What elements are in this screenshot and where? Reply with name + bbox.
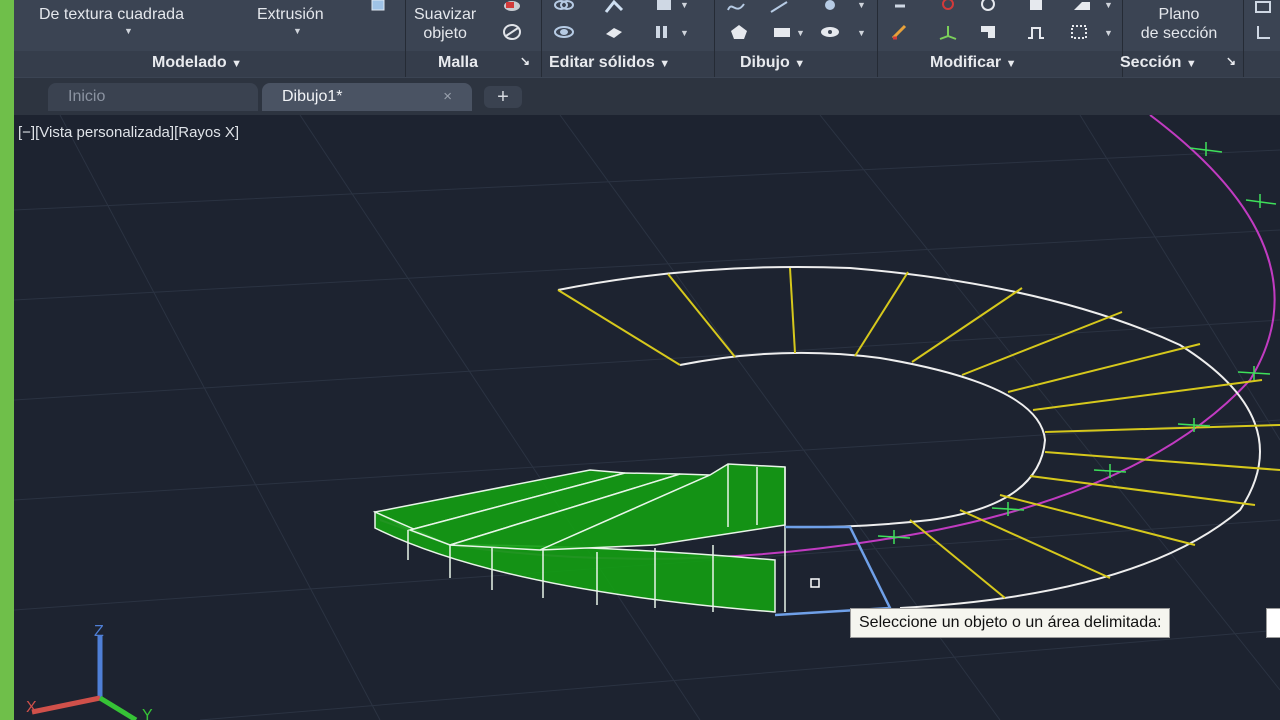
- intersect-icon[interactable]: [554, 24, 574, 40]
- chevron-down-icon: ▼: [659, 58, 671, 70]
- objeto-label: objeto: [423, 25, 467, 42]
- tab-dibujo1[interactable]: Dibujo1* ×: [262, 83, 472, 111]
- coordinates-icon[interactable]: [1254, 0, 1274, 16]
- left-edge-strip: [0, 0, 14, 720]
- tab-label: Dibujo1*: [282, 88, 343, 105]
- chevron-down-icon: ▼: [231, 58, 243, 70]
- chevron-down-icon[interactable]: ▼: [293, 26, 302, 36]
- chevron-down-icon[interactable]: ▼: [857, 0, 866, 10]
- panel-launcher-icon[interactable]: ↘: [520, 54, 530, 68]
- union-icon[interactable]: [554, 0, 574, 16]
- separate-icon[interactable]: [654, 24, 674, 40]
- scale-icon[interactable]: [978, 24, 998, 40]
- circle-icon[interactable]: [820, 0, 840, 16]
- array-icon[interactable]: [1072, 0, 1092, 16]
- spline-icon[interactable]: [726, 0, 746, 16]
- panel-title-modificar[interactable]: Modificar ▼: [930, 54, 1016, 72]
- chevron-down-icon[interactable]: ▼: [1104, 28, 1113, 38]
- align-icon[interactable]: [978, 0, 998, 16]
- de-seccion-label: de sección: [1140, 25, 1218, 42]
- close-icon[interactable]: ×: [443, 83, 452, 111]
- ribbon-separator: [541, 0, 542, 77]
- plano-seccion-button[interactable]: Plano de sección: [1130, 5, 1228, 43]
- ucs-z-label: Z: [94, 623, 104, 640]
- viewport-controls-label[interactable]: [−][Vista personalizada][Rayos X]: [18, 124, 239, 141]
- new-tab-button[interactable]: +: [484, 86, 522, 108]
- ucs-x-label: X: [26, 699, 37, 716]
- ribbon-separator: [714, 0, 715, 77]
- chevron-down-icon: ▼: [794, 58, 806, 70]
- chevron-down-icon[interactable]: ▼: [1104, 0, 1113, 10]
- ucs-icon[interactable]: [1254, 24, 1274, 40]
- tab-label: Inicio: [68, 88, 106, 105]
- stair-end-line: [557, 289, 681, 366]
- chevron-down-icon[interactable]: ▼: [680, 0, 689, 10]
- suavizar-objeto-button[interactable]: Suavizar objeto: [414, 5, 476, 43]
- textura-cuadrada-button[interactable]: De textura cuadrada: [39, 5, 184, 24]
- ribbon: De textura cuadrada ▼ Extrusión ▼ Suaviz…: [14, 0, 1280, 79]
- ribbon-separator: [405, 0, 406, 77]
- chevron-down-icon[interactable]: ▼: [857, 28, 866, 38]
- polygon-icon[interactable]: [729, 24, 749, 40]
- dynamic-input-field[interactable]: [1266, 608, 1280, 638]
- rectangle-icon[interactable]: [772, 24, 792, 40]
- panel-title-editar-solidos[interactable]: Editar sólidos ▼: [549, 54, 670, 72]
- textura-cuadrada-label: De textura cuadrada: [39, 6, 184, 23]
- move-icon[interactable]: [891, 0, 911, 16]
- chevron-down-icon[interactable]: ▼: [124, 26, 133, 36]
- chevron-down-icon: ▼: [1005, 58, 1017, 70]
- cursor-pickbox: [810, 578, 820, 588]
- extract-edges-icon[interactable]: [654, 0, 674, 16]
- brush-icon[interactable]: [891, 24, 911, 40]
- panel-title-seccion[interactable]: Sección ▼: [1120, 54, 1197, 72]
- mesh-smooth-icon[interactable]: [502, 24, 522, 40]
- panel-title-dibujo[interactable]: Dibujo ▼: [740, 54, 805, 72]
- panel-launcher-icon[interactable]: ↘: [1226, 54, 1236, 68]
- tab-inicio[interactable]: Inicio: [48, 83, 258, 111]
- helix-grips: [877, 142, 1277, 544]
- presspull-icon[interactable]: [368, 0, 388, 16]
- panel-title-malla[interactable]: Malla: [438, 54, 478, 72]
- chevron-down-icon[interactable]: ▼: [680, 28, 689, 38]
- select-window-icon[interactable]: [1070, 24, 1090, 40]
- line-icon[interactable]: [769, 0, 789, 16]
- gizmo-icon[interactable]: [938, 24, 958, 40]
- extrusion-button[interactable]: Extrusión: [257, 5, 324, 24]
- plano-label: Plano: [1158, 6, 1200, 23]
- panel-title-modelado[interactable]: Modelado ▼: [152, 54, 242, 72]
- ribbon-separator: [1243, 0, 1244, 77]
- mesh-box-icon[interactable]: [502, 0, 522, 16]
- chevron-down-icon[interactable]: ▼: [796, 28, 805, 38]
- rotate-3d-icon[interactable]: [938, 0, 958, 16]
- thicken-icon[interactable]: [604, 24, 624, 40]
- 3d-mirror-icon[interactable]: [1026, 0, 1046, 16]
- ucs-axis-icon: Z X Y: [26, 623, 153, 720]
- command-tooltip: Seleccione un objeto o un área delimitad…: [850, 608, 1171, 638]
- suavizar-label: Suavizar: [414, 6, 477, 23]
- ucs-y-label: Y: [142, 707, 153, 720]
- solid-steps: [372, 463, 786, 613]
- extrusion-label: Extrusión: [257, 6, 324, 23]
- slice-icon[interactable]: [604, 0, 624, 16]
- ellipse-icon[interactable]: [820, 24, 840, 40]
- ribbon-separator: [877, 0, 878, 77]
- offset-icon[interactable]: [1026, 24, 1046, 40]
- chevron-down-icon: ▼: [1185, 58, 1197, 70]
